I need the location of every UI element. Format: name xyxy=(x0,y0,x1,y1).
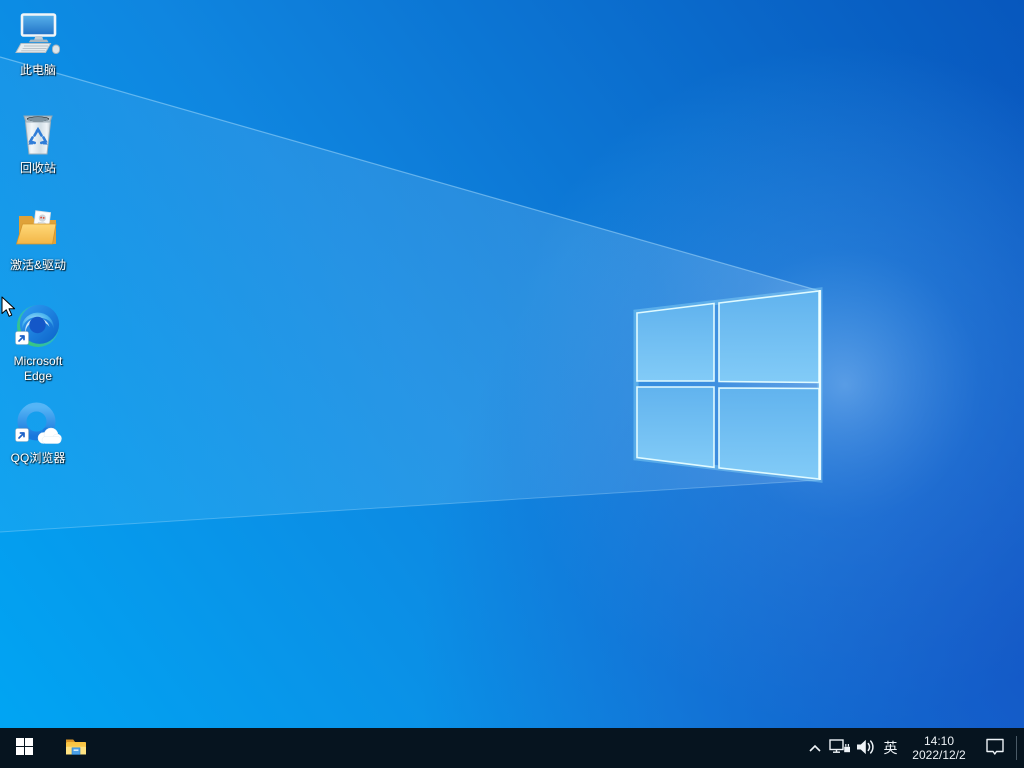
desktop-icon-label: 激活&驱动 xyxy=(10,258,66,273)
ime-language-label: 英 xyxy=(884,738,898,758)
shortcut-arrow-icon xyxy=(15,331,29,350)
system-tray: 英 14:10 2022/12/2 xyxy=(803,728,1024,768)
desktop-icon-label: 此电脑 xyxy=(20,63,56,78)
clock-time: 14:10 xyxy=(924,734,954,748)
start-button[interactable] xyxy=(0,728,48,768)
ime-indicator[interactable]: 英 xyxy=(877,728,904,768)
desktop-icon-label: Microsoft Edge xyxy=(2,354,74,384)
monitor-icon xyxy=(14,12,62,60)
desktop-wallpaper xyxy=(0,0,1024,768)
open-folder-icon xyxy=(14,207,62,255)
desktop-icon-recycle-bin[interactable]: 回收站 xyxy=(2,110,74,176)
recycle-bin-icon xyxy=(14,110,62,158)
windows-logo-icon xyxy=(16,738,33,758)
desktop-icon-label: 回收站 xyxy=(20,161,56,176)
file-explorer-icon xyxy=(64,735,88,762)
show-desktop-button[interactable] xyxy=(1017,728,1024,768)
taskbar-file-explorer-button[interactable] xyxy=(52,728,100,768)
desktop-icon-label: QQ浏览器 xyxy=(11,451,66,466)
taskbar: 英 14:10 2022/12/2 xyxy=(0,728,1024,768)
action-center-button[interactable] xyxy=(974,728,1016,768)
chevron-up-icon xyxy=(808,741,822,756)
show-hidden-icons-button[interactable] xyxy=(803,728,827,768)
desktop-icon-activation-driver[interactable]: 激活&驱动 xyxy=(2,207,74,273)
speaker-icon xyxy=(855,738,875,759)
desktop-icon-qq-browser[interactable]: QQ浏览器 xyxy=(2,400,74,466)
desktop-icon-microsoft-edge[interactable]: Microsoft Edge xyxy=(2,303,74,384)
volume-button[interactable] xyxy=(852,728,877,768)
network-status-button[interactable] xyxy=(827,728,852,768)
ethernet-icon xyxy=(829,738,851,758)
clock-date: 2022/12/2 xyxy=(912,748,965,762)
notification-icon xyxy=(985,737,1005,759)
desktop-icon-this-pc[interactable]: 此电脑 xyxy=(2,12,74,78)
taskbar-clock[interactable]: 14:10 2022/12/2 xyxy=(904,728,974,768)
shortcut-arrow-icon xyxy=(15,428,29,447)
qq-browser-icon xyxy=(14,400,62,448)
edge-browser-icon xyxy=(14,303,62,351)
